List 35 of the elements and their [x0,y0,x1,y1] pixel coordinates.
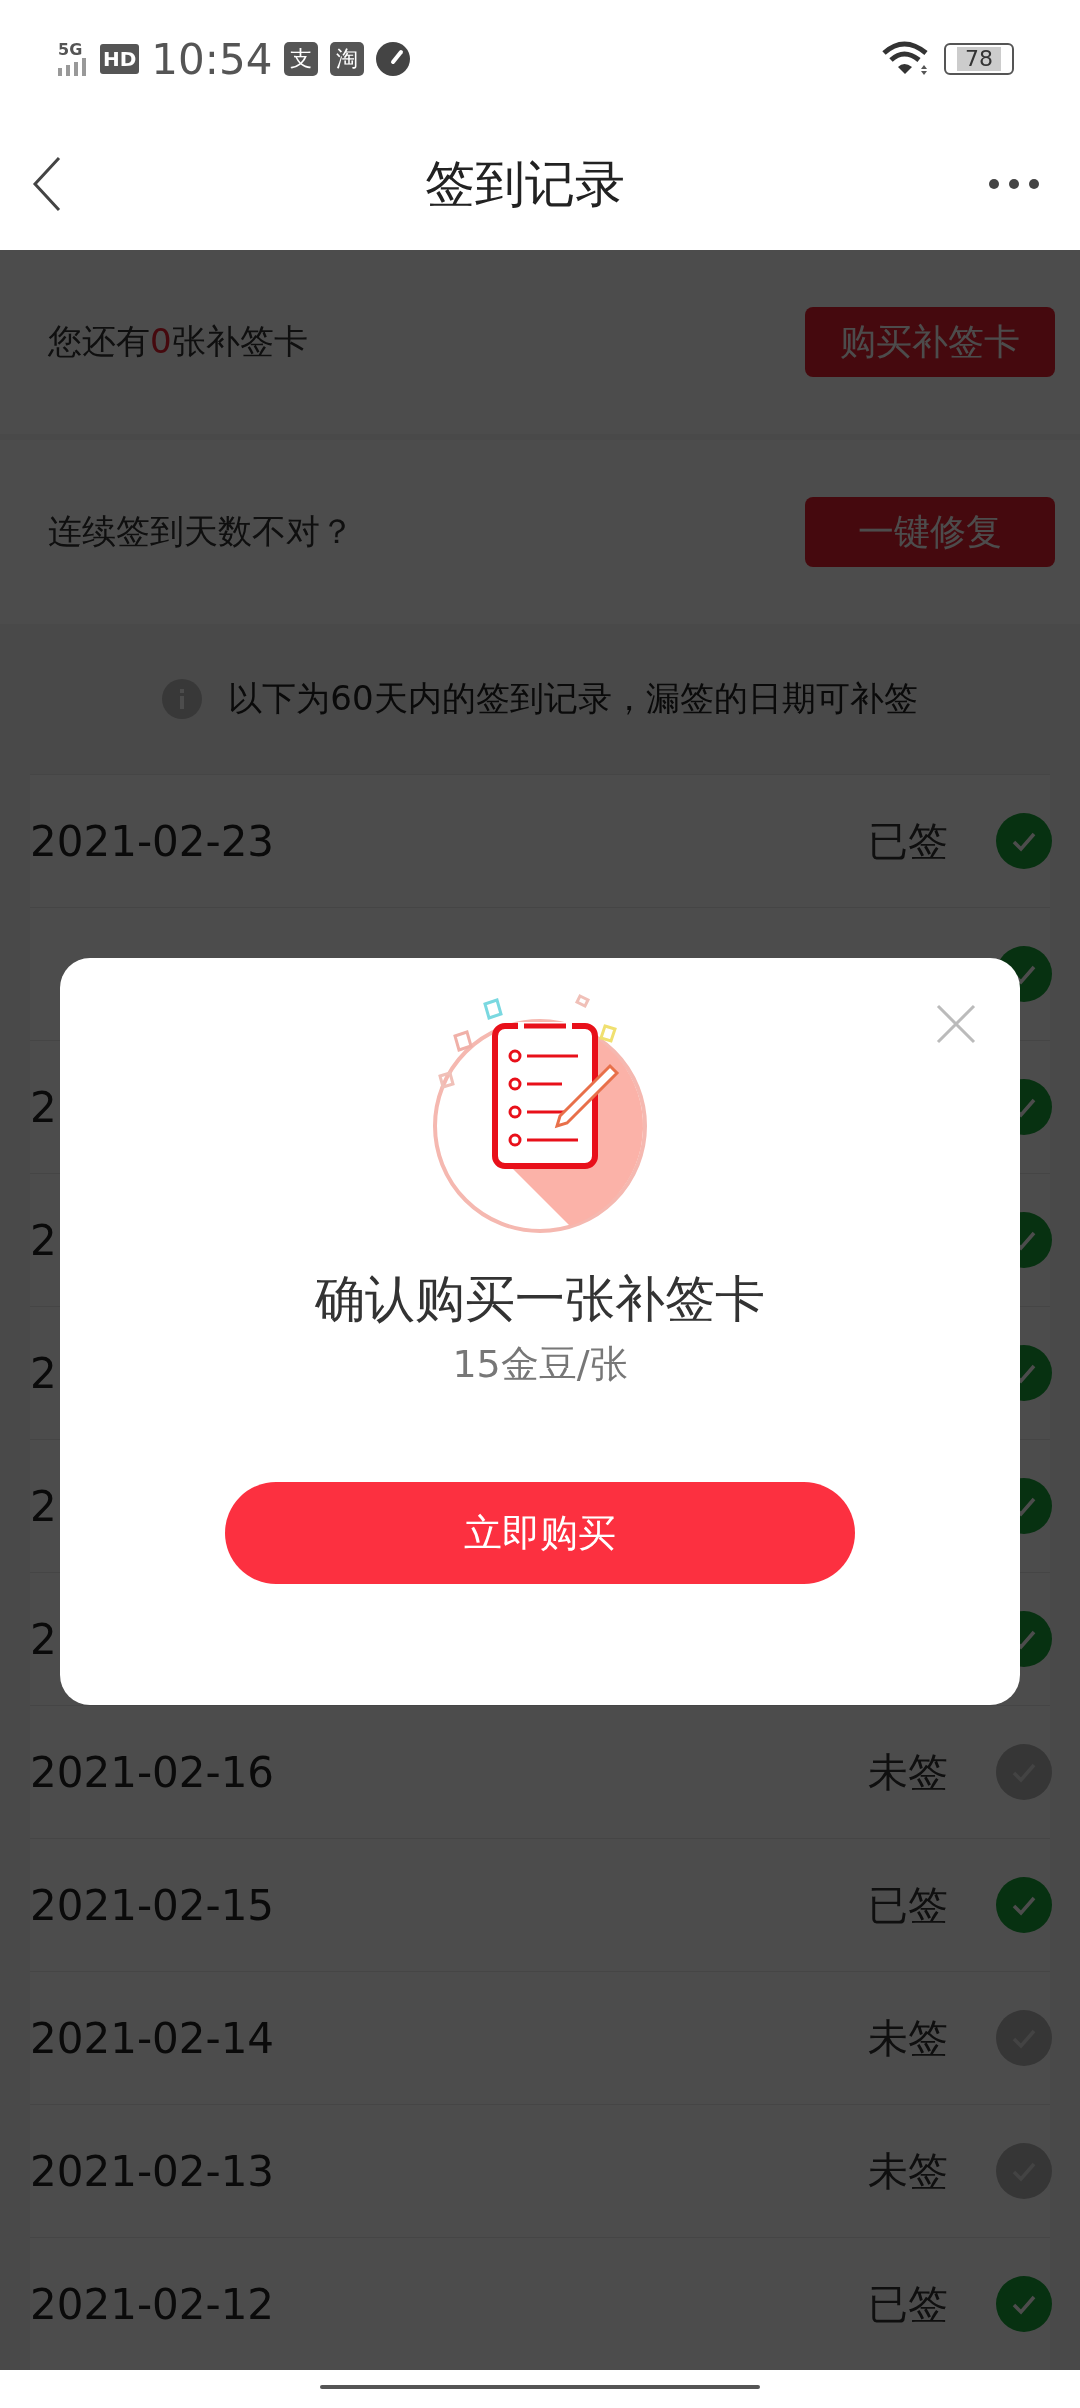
record-date: 2021-02-23 [30,816,275,866]
record-date: 2 [30,1614,57,1664]
network-label: 5G [58,42,83,58]
record-date: 2021-02-16 [30,1747,275,1797]
notice-text: 以下为60天内的签到记录，漏签的日期可补签 [228,677,918,720]
hd-badge: HD [100,44,140,74]
wifi-icon [882,41,930,77]
repair-prompt: 连续签到天数不对？ [48,510,354,553]
record-status: 已签 [868,2279,948,2329]
record-date: 2021-02-14 [30,2013,275,2063]
record-status: 已签 [868,816,948,866]
record-status: 未签 [868,2013,948,2063]
page-title: 签到记录 [425,153,625,215]
record-date: 2021-02-12 [30,2279,275,2329]
battery-icon: 78 [944,43,1014,75]
notification-icon: 淘 [330,42,365,76]
record-date: 2 [30,1348,57,1398]
gauge-icon [376,42,411,76]
record-date: 2021-02-13 [30,2146,275,2196]
buy-now-button[interactable]: 立即购买 [225,1482,855,1584]
signal-icon [58,58,88,76]
notification-icon: 支 [284,42,319,76]
back-icon[interactable] [32,156,62,212]
more-icon[interactable] [988,178,1040,190]
record-date: 2 [30,1481,57,1531]
record-status: 已签 [868,1880,948,1930]
record-date: 2021-02-15 [30,1880,275,1930]
clock-time: 10:54 [151,34,273,84]
record-date: 2 [30,1215,57,1265]
record-status: 未签 [868,2146,948,2196]
card-balance-text: 您还有0张补签卡 [48,320,308,363]
record-date: 2 [30,1082,57,1132]
price-text: 15金豆/张 [452,1341,628,1388]
record-status: 未签 [868,1747,948,1797]
dialog-title: 确认购买一张补签卡 [315,1269,765,1330]
